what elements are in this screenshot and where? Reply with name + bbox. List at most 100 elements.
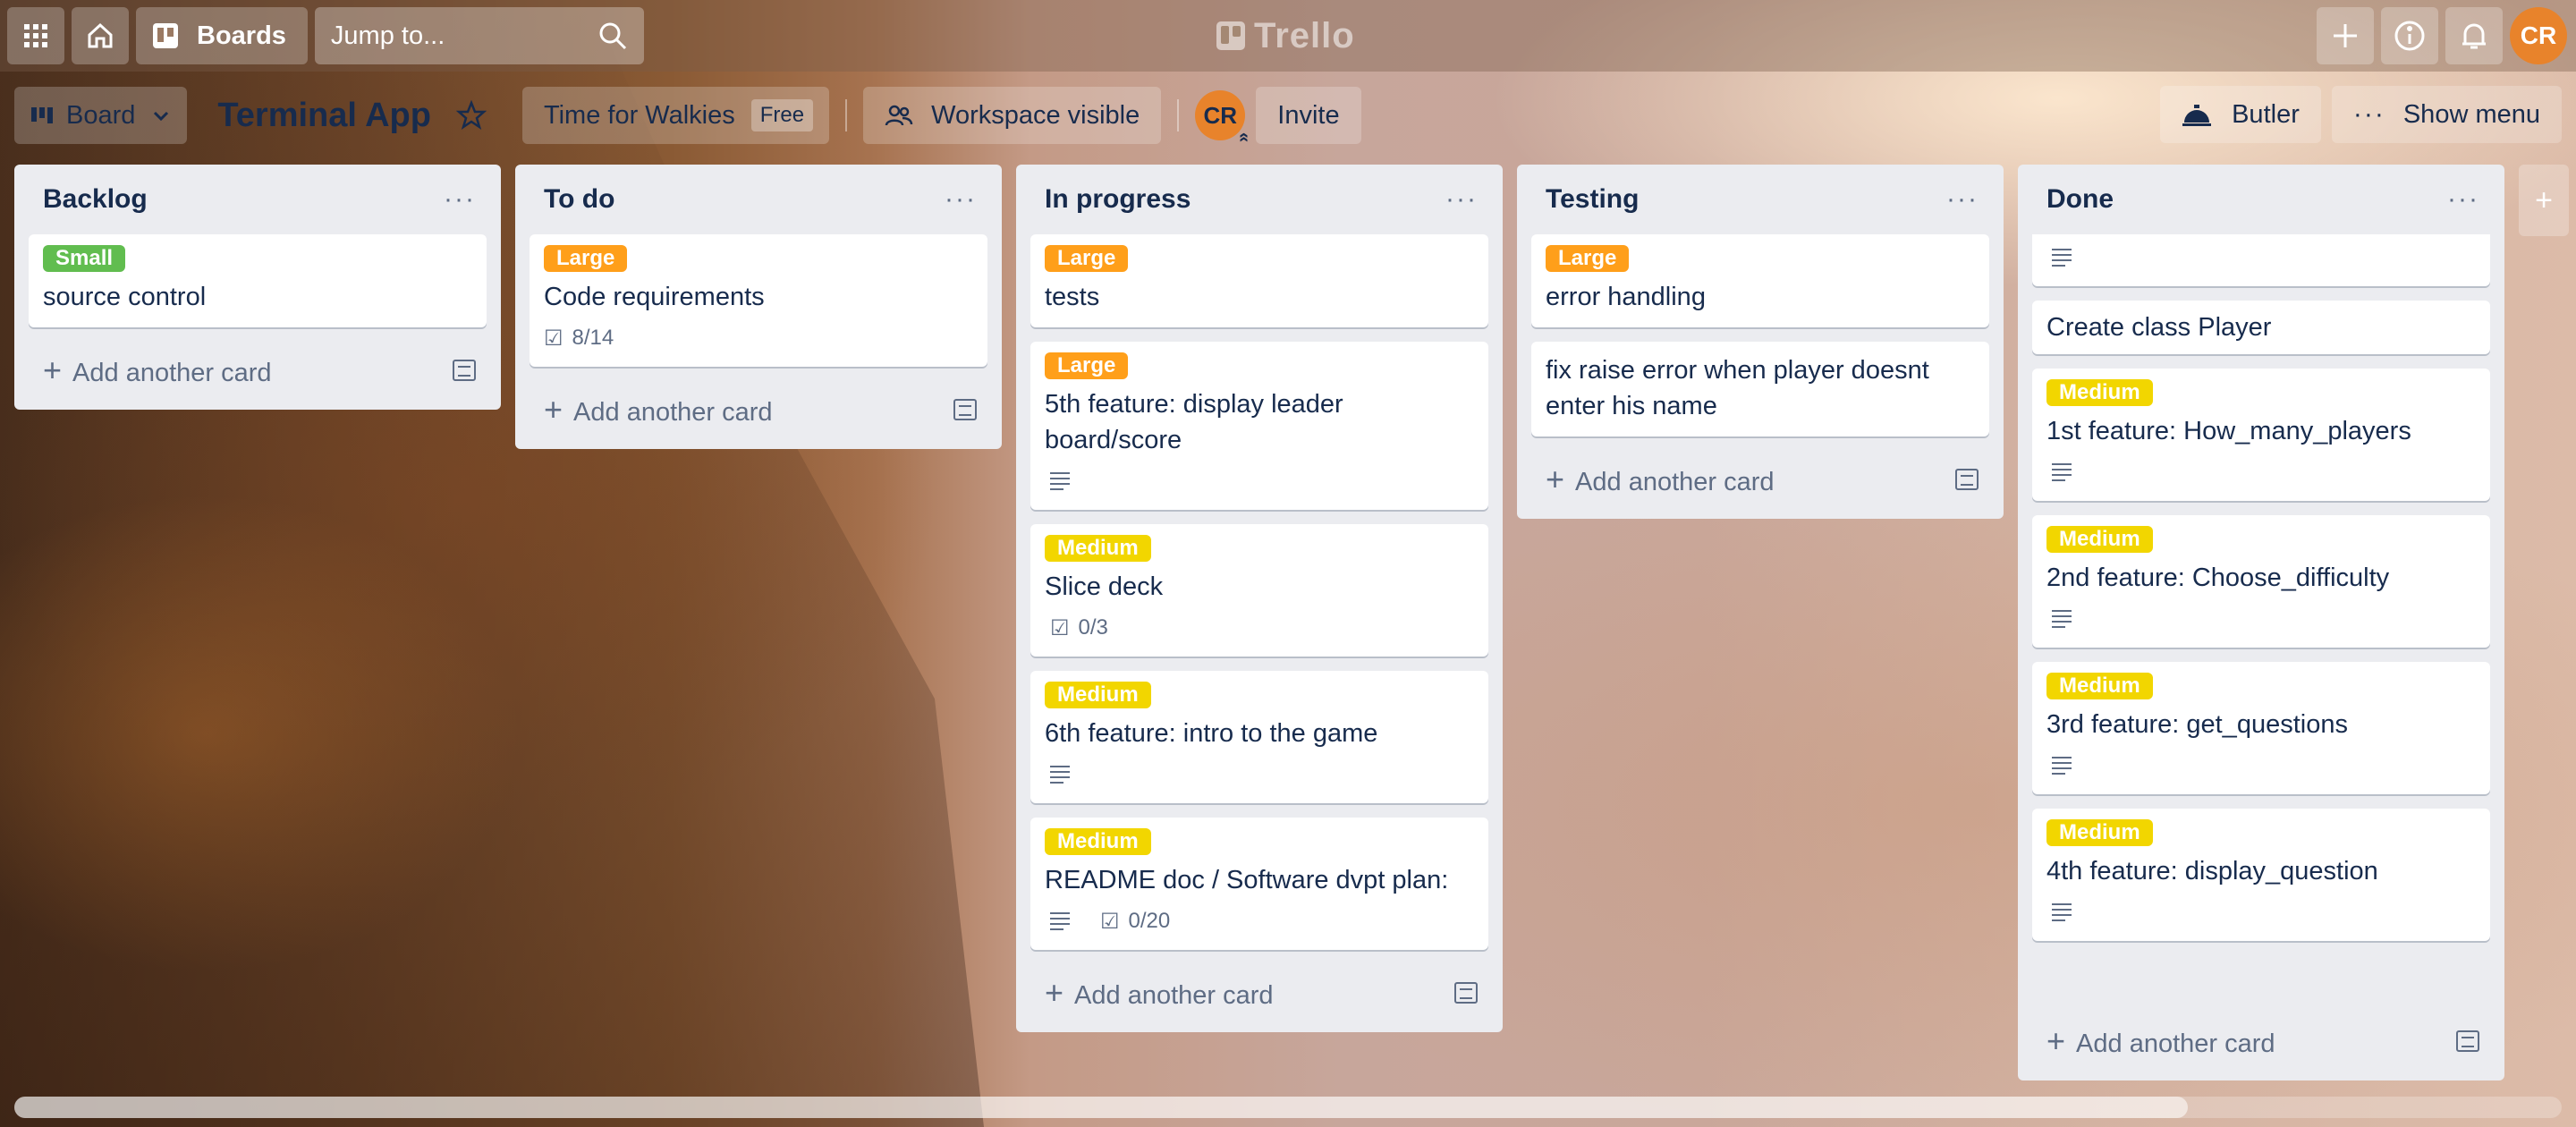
- description-icon: [1050, 912, 1070, 930]
- card[interactable]: Large error handling: [1531, 234, 1989, 327]
- card-title: 4th feature: display_question: [2046, 857, 2378, 886]
- add-card-label: Add another card: [1575, 468, 1775, 496]
- card[interactable]: Medium 3rd feature: get_questions: [2032, 662, 2490, 794]
- plus-icon: +: [2046, 1022, 2066, 1059]
- plus-icon: +: [544, 391, 564, 428]
- show-menu-button[interactable]: ··· Show menu: [2331, 86, 2562, 143]
- card-title: source control: [43, 283, 207, 311]
- card-template-icon[interactable]: [453, 360, 476, 381]
- plus-icon: +: [1546, 461, 1565, 497]
- list-done: Done ··· Create class Player Medium 1st …: [2018, 165, 2504, 1080]
- card-title: 6th feature: intro to the game: [1045, 719, 1378, 748]
- board-view-switcher[interactable]: Board: [14, 87, 188, 144]
- card-template-icon[interactable]: [953, 399, 977, 420]
- card[interactable]: Medium 6th feature: intro to the game: [1030, 671, 1488, 803]
- trello-logo[interactable]: Trello: [1216, 14, 1355, 57]
- invite-button[interactable]: Invite: [1256, 87, 1361, 144]
- list-menu-icon[interactable]: ···: [444, 184, 476, 215]
- card[interactable]: Small source control: [29, 234, 487, 327]
- people-icon: [885, 105, 913, 126]
- user-avatar[interactable]: CR: [2510, 7, 2567, 64]
- add-list-button[interactable]: +: [2519, 165, 2569, 236]
- grid-icon: [24, 24, 47, 47]
- list-menu-icon[interactable]: ···: [1445, 184, 1478, 215]
- card-label-large: Large: [544, 245, 628, 272]
- workspace-button[interactable]: Time for Walkies Free: [521, 87, 830, 144]
- home-icon: [88, 22, 113, 48]
- card-template-icon[interactable]: [2456, 1030, 2479, 1052]
- add-card-button[interactable]: + Add another card: [1030, 964, 1488, 1021]
- checklist-count: 8/14: [572, 326, 614, 350]
- card[interactable]: Medium 1st feature: How_many_players: [2032, 369, 2490, 501]
- app-switcher-button[interactable]: [7, 7, 64, 64]
- description-icon: [2052, 463, 2072, 481]
- list-cards-scroll[interactable]: Create class Player Medium 1st feature: …: [2032, 234, 2490, 1013]
- checklist-icon: ☑: [1100, 909, 1120, 934]
- card-title: Create class Player: [2046, 313, 2272, 342]
- card-label-large: Large: [1045, 245, 1129, 272]
- info-button[interactable]: [2381, 7, 2438, 64]
- butler-button[interactable]: Butler: [2160, 86, 2321, 143]
- member-avatar[interactable]: CR: [1195, 90, 1246, 140]
- boards-button[interactable]: Boards: [136, 7, 308, 64]
- list-title[interactable]: Done: [2046, 184, 2114, 215]
- card-title: error handling: [1546, 283, 1706, 311]
- card-partial[interactable]: [2032, 234, 2490, 286]
- description-icon: [2052, 610, 2072, 628]
- add-card-button[interactable]: + Add another card: [530, 381, 987, 438]
- card-label-small: Small: [43, 245, 126, 272]
- board-view-icon: [31, 107, 53, 123]
- card[interactable]: Large 5th feature: display leader board/…: [1030, 342, 1488, 510]
- top-nav-bar: Boards Jump to... Trello CR: [0, 0, 2576, 72]
- board-lists: Backlog ··· Small source control + Add an…: [14, 165, 2569, 1080]
- board-horizontal-scrollbar[interactable]: [14, 1097, 2562, 1118]
- notifications-button[interactable]: [2445, 7, 2503, 64]
- card[interactable]: Large tests: [1030, 234, 1488, 327]
- checklist-icon: ☑: [544, 326, 564, 351]
- search-input[interactable]: Jump to...: [314, 7, 644, 64]
- card-label-large: Large: [1546, 245, 1630, 272]
- card-template-icon[interactable]: [1955, 469, 1979, 490]
- card-label-medium: Medium: [2046, 819, 2153, 846]
- card-title: Slice deck: [1045, 572, 1164, 601]
- list-in-progress: In progress ··· Large tests Large 5th fe…: [1016, 165, 1503, 1032]
- visibility-button[interactable]: Workspace visible: [863, 87, 1162, 144]
- card[interactable]: Medium README doc / Software dvpt plan: …: [1030, 818, 1488, 950]
- chevron-down-icon: [154, 111, 169, 122]
- list-title[interactable]: Backlog: [43, 184, 148, 215]
- list-title[interactable]: Testing: [1546, 184, 1639, 215]
- list-title[interactable]: To do: [544, 184, 614, 215]
- show-menu-label: Show menu: [2402, 99, 2540, 129]
- list-menu-icon[interactable]: ···: [1946, 184, 1979, 215]
- create-button[interactable]: [2317, 7, 2374, 64]
- add-card-label: Add another card: [573, 398, 773, 427]
- card[interactable]: Medium 4th feature: display_question: [2032, 809, 2490, 941]
- card[interactable]: fix raise error when player doesnt enter…: [1531, 342, 1989, 436]
- add-card-button[interactable]: + Add another card: [2032, 1013, 2490, 1070]
- card[interactable]: Medium Slice deck ☑ 0/3: [1030, 524, 1488, 657]
- plus-icon: +: [1045, 974, 1064, 1011]
- card-label-medium: Medium: [1045, 828, 1151, 855]
- card[interactable]: Medium 2nd feature: Choose_difficulty: [2032, 515, 2490, 648]
- more-icon: ···: [2352, 99, 2385, 129]
- card[interactable]: Large Code requirements ☑ 8/14: [530, 234, 987, 367]
- card-template-icon[interactable]: [1454, 982, 1478, 1004]
- list-menu-icon[interactable]: ···: [2447, 184, 2479, 215]
- home-button[interactable]: [72, 7, 129, 64]
- add-card-button[interactable]: + Add another card: [29, 342, 487, 399]
- card-title: tests: [1045, 283, 1100, 311]
- checklist-count: 0/3: [1078, 615, 1108, 640]
- card-label-medium: Medium: [2046, 379, 2153, 406]
- visibility-label: Workspace visible: [931, 100, 1140, 130]
- description-icon: [1050, 472, 1070, 490]
- workspace-plan-badge: Free: [750, 99, 814, 131]
- star-icon[interactable]: [455, 100, 487, 131]
- list-title[interactable]: In progress: [1045, 184, 1191, 215]
- board-scrollbar-thumb[interactable]: [14, 1097, 2188, 1118]
- card[interactable]: Create class Player: [2032, 301, 2490, 354]
- add-card-button[interactable]: + Add another card: [1531, 451, 1989, 508]
- list-menu-icon[interactable]: ···: [945, 184, 977, 215]
- card-label-medium: Medium: [2046, 673, 2153, 699]
- board-title[interactable]: Terminal App: [217, 97, 431, 135]
- board-header: Board Terminal App Time for Walkies Free…: [0, 86, 2576, 145]
